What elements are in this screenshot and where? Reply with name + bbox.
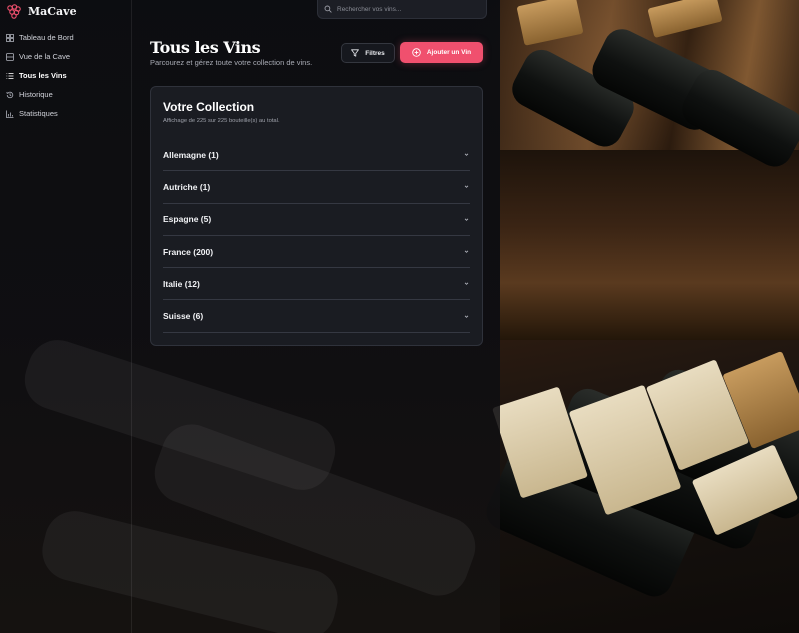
brand[interactable]: MaCave [0,0,131,22]
country-label: Italie (12) [163,278,200,289]
search-bar [317,0,487,19]
sidebar-item-label: Statistiques [19,109,58,118]
country-row-autriche[interactable]: Autriche (1) [163,171,470,204]
dashboard-grid-icon [6,33,14,42]
country-row-suisse[interactable]: Suisse (6) [163,300,470,333]
chart-icon [6,110,14,118]
country-label: France (200) [163,246,214,257]
sidebar-item-cellar-view[interactable]: Vue de la Cave [0,47,131,66]
filter-button-label: Filtres [365,49,385,57]
country-label: Autriche (1) [163,181,211,192]
search-input[interactable] [337,5,477,13]
country-row-france[interactable]: France (200) [163,236,470,269]
sidebar-item-label: Vue de la Cave [19,52,71,61]
country-label: Allemagne (1) [163,149,219,160]
sidebar: MaCave Tableau de Bord Vue de la Cave To… [0,0,132,633]
chevron-down-icon [464,218,469,221]
search-icon [324,5,332,13]
chevron-down-icon [464,153,469,157]
app-name: MaCave [28,4,77,18]
country-row-italie[interactable]: Italie (12) [163,268,470,301]
page-subtitle: Parcourez et gérez toute votre collectio… [150,58,313,67]
filter-icon [351,49,360,57]
sidebar-nav: Tableau de Bord Vue de la Cave Tous les … [0,28,131,123]
chevron-down-icon [464,250,469,253]
add-wine-button-label: Ajouter un Vin [426,49,472,56]
history-icon [6,91,14,98]
cellar-view-icon [6,52,14,61]
page-title: Tous les Vins [150,38,261,57]
sidebar-item-dashboard[interactable]: Tableau de Bord [0,28,131,47]
filter-button[interactable]: Filtres [341,43,395,63]
plus-circle-icon [412,48,421,57]
collection-title: Votre Collection [163,100,255,114]
sidebar-item-label: Historique [19,90,53,99]
sidebar-item-label: Tous les Vins [19,71,67,80]
chevron-down-icon [464,282,469,286]
sidebar-item-label: Tableau de Bord [19,33,74,42]
sidebar-item-history[interactable]: Historique [0,85,131,104]
country-row-allemagne[interactable]: Allemagne (1) [163,139,470,172]
sidebar-item-statistics[interactable]: Statistiques [0,104,131,123]
grape-logo-icon [7,4,21,19]
collection-summary: Affichage de 225 sur 225 bouteille(s) au… [163,118,280,124]
country-label: Suisse (6) [163,311,204,322]
shelf-middle [500,150,799,340]
chevron-down-icon [464,185,469,189]
country-row-espagne[interactable]: Espagne (5) [163,204,470,236]
chevron-down-icon [464,315,469,318]
collection-card: Votre Collection Affichage de 225 sur 22… [150,86,483,346]
country-label: Espagne (5) [163,214,212,225]
sidebar-item-all-wines[interactable]: Tous les Vins [0,66,131,85]
list-icon [6,72,14,79]
country-accordion: Allemagne (1) Autriche (1) Espagne (5) F… [163,139,470,333]
add-wine-button[interactable]: Ajouter un Vin [400,42,483,63]
